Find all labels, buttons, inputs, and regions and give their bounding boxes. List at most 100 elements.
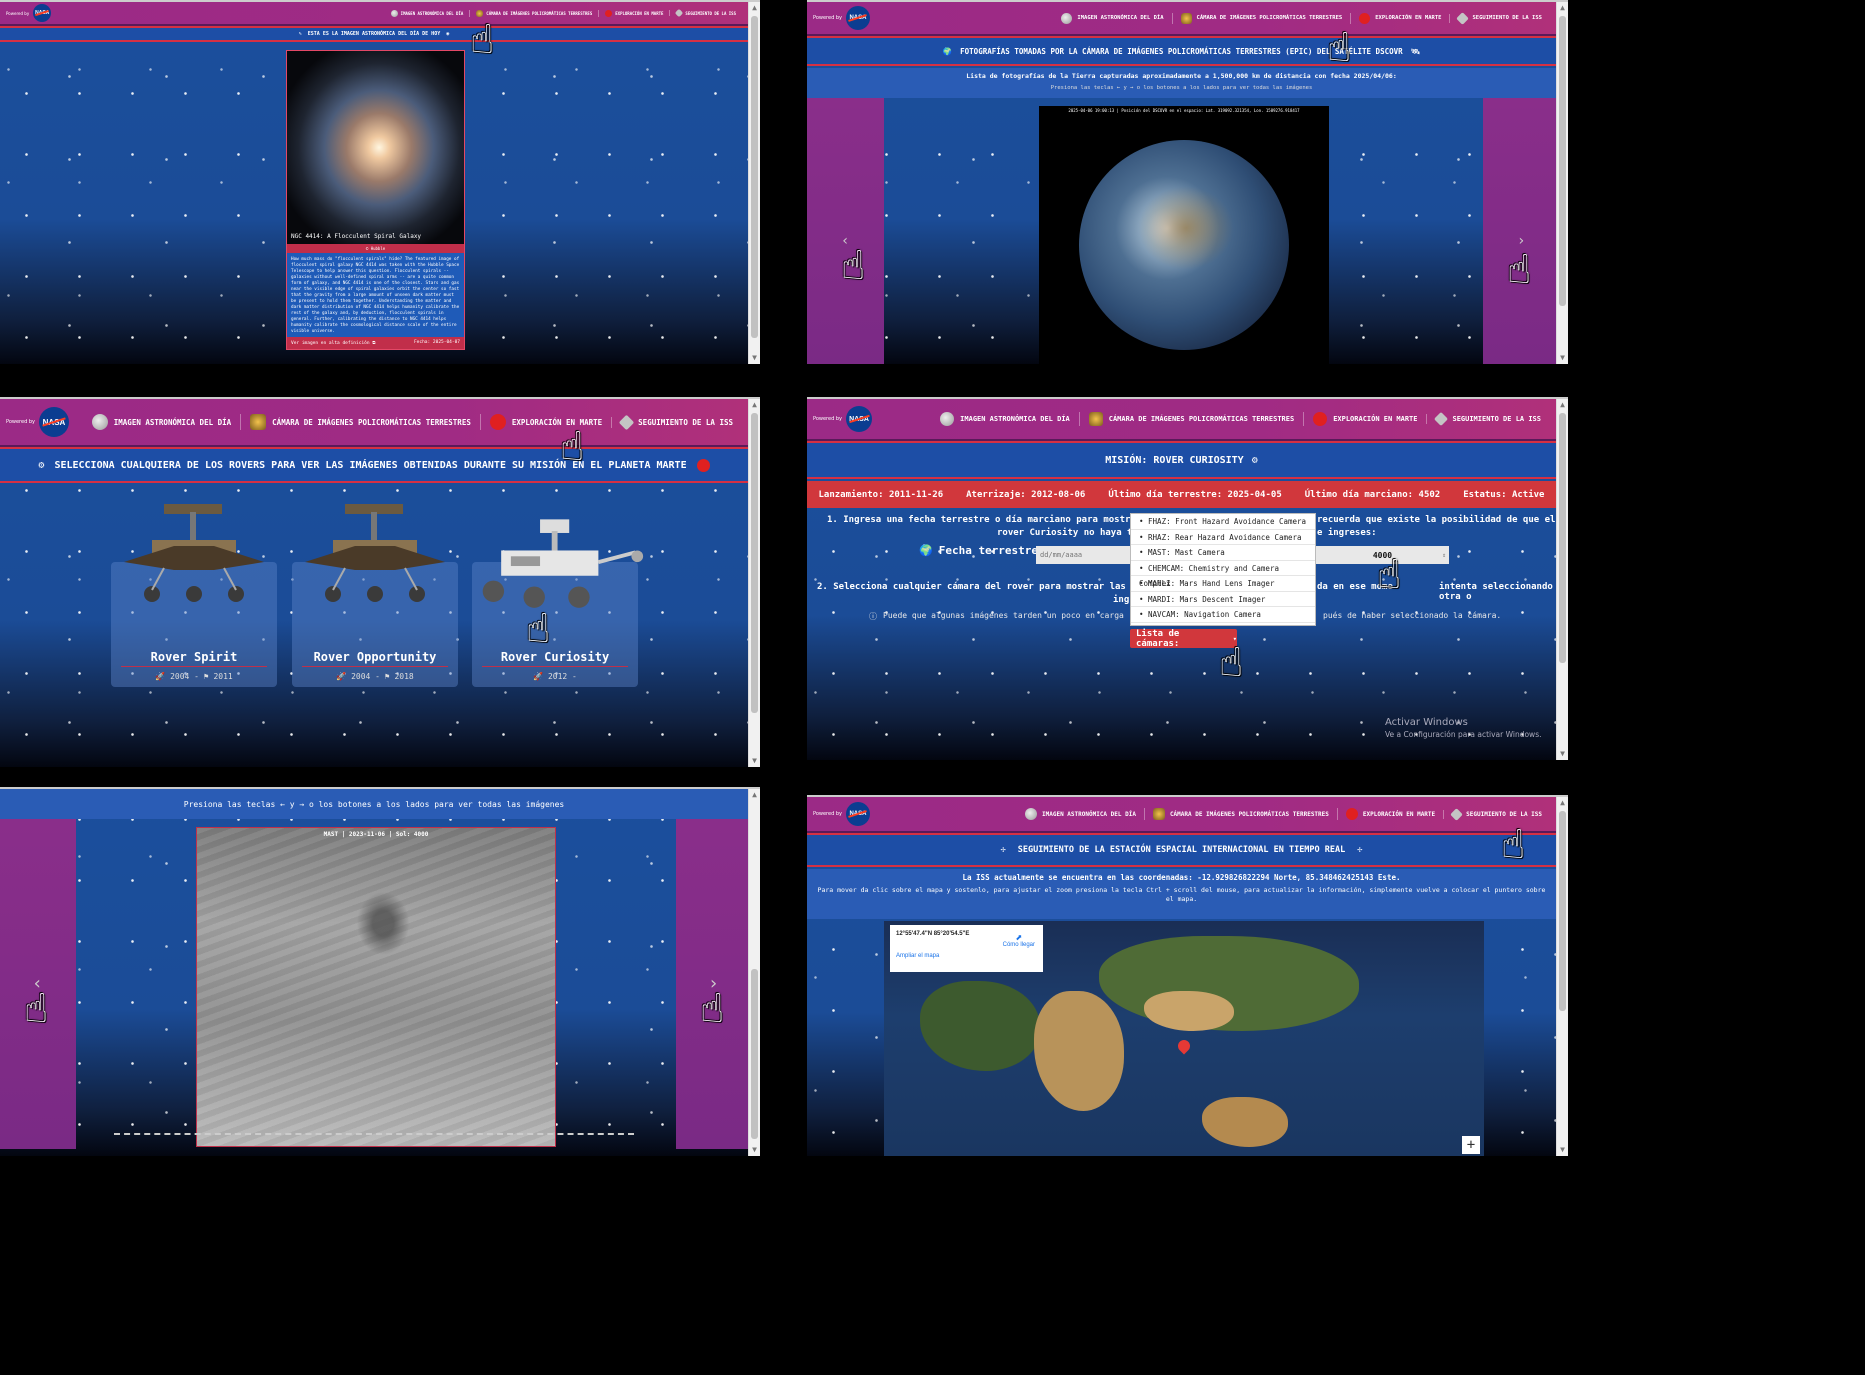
scroll-up-icon[interactable]: ▲ <box>1557 797 1568 809</box>
scrollbar[interactable]: ▲ ▼ <box>1556 2 1568 364</box>
directions-link[interactable]: ⬈ Cómo llegar <box>1003 933 1035 948</box>
camera-option[interactable]: • MARDI: Mars Descent Imager <box>1131 592 1315 607</box>
divider <box>121 666 267 667</box>
nav-apod[interactable]: Imagen astronómica del día <box>931 412 1079 426</box>
scroll-thumb[interactable] <box>751 969 758 1139</box>
nav-mars[interactable]: Exploración en Marte <box>1303 412 1426 426</box>
nav-epic[interactable]: Cámara de imágenes policromáticas terres… <box>240 414 480 430</box>
carousel-indicators[interactable] <box>114 1133 634 1135</box>
camera-option[interactable]: • NAVCAM: Navigation Camera <box>1131 607 1315 623</box>
camera-option[interactable]: • MAST: Mast Camera <box>1131 545 1315 561</box>
powered-by-label: Powered by <box>813 15 842 21</box>
iss-marker-icon[interactable] <box>1175 1037 1193 1055</box>
rover-card-curiosity[interactable]: Rover Curiosity 🚀 2012 - <box>472 519 644 687</box>
powered-by: Powered by NASA <box>6 407 69 437</box>
hd-link[interactable]: Ver imagen en alta definición ⧉ <box>291 340 376 346</box>
nav-apod-label: Imagen astronómica del día <box>960 415 1070 423</box>
scroll-down-icon[interactable]: ▼ <box>749 352 760 364</box>
nasa-logo[interactable]: NASA <box>845 802 870 826</box>
mars-icon <box>1345 808 1358 820</box>
nav-mars[interactable]: Exploración en Marte <box>1350 12 1449 24</box>
nav-iss[interactable]: Seguimiento de la ISS <box>1443 807 1550 821</box>
prev-button[interactable]: ‹ <box>807 98 884 364</box>
hint-text: Presiona las teclas ← y → o los botones … <box>183 799 565 809</box>
nasa-logo[interactable]: NASA <box>845 406 872 432</box>
iss-map[interactable]: 12°55'47.4"N 85°20'54.5"E ⬈ Cómo llegar … <box>884 921 1484 1156</box>
next-button[interactable]: › <box>1483 98 1556 364</box>
iss-coords: La ISS actualmente se encuentra en las c… <box>962 873 1401 882</box>
scroll-thumb[interactable] <box>1559 811 1566 1011</box>
mars-icon <box>1313 412 1328 426</box>
satellite-icon <box>476 9 484 17</box>
step1-text-a: 1. Ingresa una fecha terrestre o día mar… <box>827 515 1158 525</box>
scrollbar[interactable]: ▲ ▼ <box>748 399 760 767</box>
camera-option[interactable]: • RHAZ: Rear Hazard Avoidance Camera <box>1131 530 1315 545</box>
panel-mars-photo: Presiona las teclas ← y → o los botones … <box>0 787 760 1156</box>
nav-mars[interactable]: Exploración en Marte <box>1336 808 1443 820</box>
scroll-down-icon[interactable]: ▼ <box>1557 1144 1568 1156</box>
rover-card-opportunity[interactable]: Rover Opportunity 🚀 2004 - ⚑ 2018 <box>292 504 458 687</box>
prev-button[interactable]: ‹ <box>0 819 76 1149</box>
map-land <box>1034 991 1124 1111</box>
apod-date: Fecha: 2025-04-07 <box>413 340 460 345</box>
scroll-down-icon[interactable]: ▼ <box>749 755 760 767</box>
scrollbar[interactable]: ▲ ▼ <box>1556 797 1568 1156</box>
nasa-logo[interactable]: NASA <box>33 4 52 22</box>
nav-epic[interactable]: Cámara de imágenes policromáticas terres… <box>1171 12 1351 24</box>
mars-photo: MAST | 2023-11-06 | Sol: 4000 <box>196 827 556 1147</box>
nav-list: Imagen astronómica del día Cámara de imá… <box>1053 11 1550 25</box>
scroll-up-icon[interactable]: ▲ <box>1557 2 1568 14</box>
epic-image: 2025-04-06 19:00:13 | Posición del DSCOV… <box>1039 106 1329 364</box>
iss-instructions: Para mover da clic sobre el mapa y soste… <box>817 886 1546 903</box>
scroll-up-icon[interactable]: ▲ <box>749 789 760 801</box>
scroll-thumb[interactable] <box>1559 16 1566 306</box>
camera-option[interactable]: • CHEMCAM: Chemistry and Camera Complex <box>1131 561 1315 588</box>
zoom-in-button[interactable]: + <box>1462 1136 1480 1154</box>
scrollbar[interactable]: ▲ ▼ <box>748 789 760 1156</box>
camera-option[interactable]: • FHAZ: Front Hazard Avoidance Camera <box>1131 514 1315 530</box>
nasa-logo[interactable]: NASA <box>845 6 870 30</box>
scroll-thumb[interactable] <box>751 413 758 713</box>
scroll-down-icon[interactable]: ▼ <box>749 1144 760 1156</box>
apod-image[interactable]: NGC 4414: A Flocculent Spiral Galaxy <box>287 51 464 244</box>
nav-epic-label: Cámara de imágenes policromáticas terres… <box>486 10 593 16</box>
nav-epic[interactable]: Cámara de imágenes policromáticas terres… <box>1078 412 1303 426</box>
scroll-thumb[interactable] <box>1559 413 1566 663</box>
scroll-down-icon[interactable]: ▼ <box>1557 352 1568 364</box>
nav-epic[interactable]: Cámara de imágenes policromáticas terres… <box>1143 808 1337 820</box>
nav-iss[interactable]: Seguimiento de la ISS <box>1449 11 1550 25</box>
nav-epic[interactable]: Cámara de imágenes policromáticas terres… <box>469 9 598 17</box>
nav-iss[interactable]: Seguimiento de la ISS <box>1426 411 1550 427</box>
nav-apod-label: Imagen astronómica del día <box>400 10 464 16</box>
launch-date: Lanzamiento: 2011-11-26 <box>818 489 944 500</box>
rover-end: 2011 <box>213 672 233 681</box>
nav-apod[interactable]: Imagen astronómica del día <box>385 9 470 17</box>
epic-hint: Presiona las teclas ← y → o los botones … <box>1050 85 1313 91</box>
camera-option[interactable]: • MAHLI: Mars Hand Lens Imager <box>1131 576 1315 592</box>
nav-apod[interactable]: Imagen astronómica del día <box>1053 12 1171 24</box>
next-button[interactable]: › <box>676 819 748 1149</box>
iss-icon <box>675 8 684 18</box>
nav-mars[interactable]: Exploración en Marte <box>598 9 669 17</box>
nav-iss[interactable]: Seguimiento de la ISS <box>611 414 742 430</box>
stepper-icon[interactable]: ⇕ <box>1442 552 1446 559</box>
enlarge-map-link[interactable]: Ampliar el mapa <box>896 953 1037 959</box>
nav-mars[interactable]: Exploración en Marte <box>479 414 611 430</box>
scroll-up-icon[interactable]: ▲ <box>749 399 760 411</box>
earth-date-input[interactable] <box>1036 546 1130 564</box>
scroll-thumb[interactable] <box>751 16 758 338</box>
scroll-up-icon[interactable]: ▲ <box>1557 399 1568 411</box>
rover-name: Rover Opportunity <box>313 650 437 664</box>
scrollbar[interactable]: ▲ ▼ <box>748 2 760 364</box>
rover-card-spirit[interactable]: Rover Spirit 🚀 2004 - ⚑ 2011 <box>111 504 277 687</box>
nav-apod[interactable]: Imagen astronómica del día <box>83 414 240 430</box>
scrollbar[interactable]: ▲ ▼ <box>1556 399 1568 760</box>
scroll-up-icon[interactable]: ▲ <box>749 2 760 14</box>
nav-apod[interactable]: Imagen astronómica del día <box>1017 808 1144 820</box>
nav-list: Imagen astronómica del día Cámara de imá… <box>83 414 742 430</box>
rover-name: Rover Spirit <box>150 650 238 664</box>
nav-iss[interactable]: Seguimiento de la ISS <box>669 8 742 18</box>
epic-banner: 🌍 Fotografías tomadas por la cámara de i… <box>807 36 1556 66</box>
nasa-logo[interactable]: NASA <box>38 407 69 437</box>
scroll-down-icon[interactable]: ▼ <box>1557 748 1568 760</box>
